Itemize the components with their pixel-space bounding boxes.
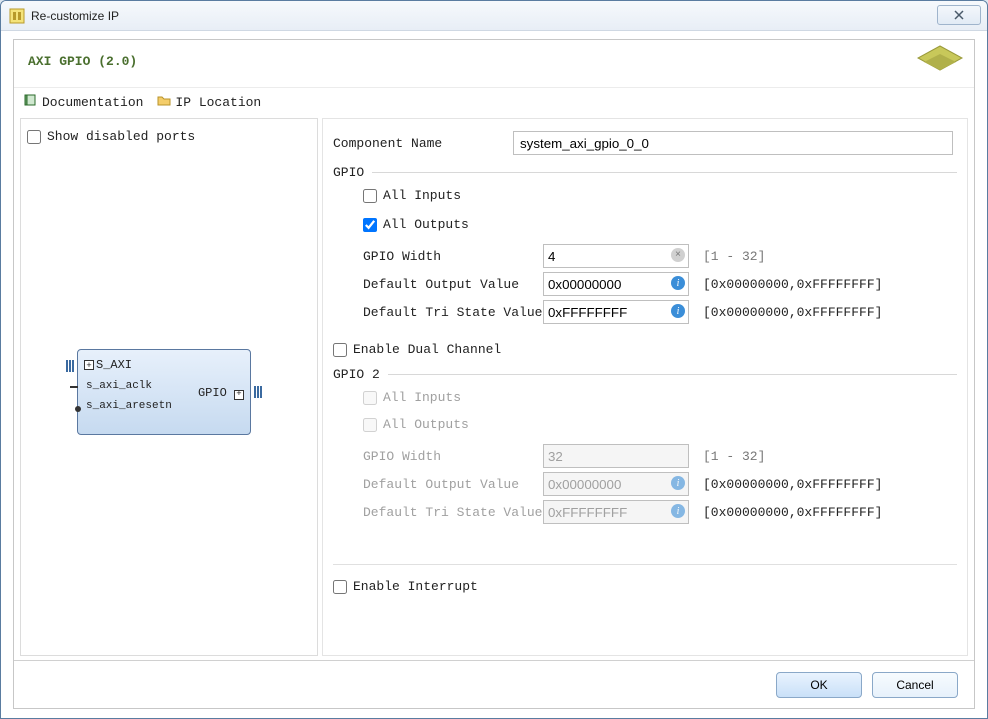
default-tri-label: Default Tri State Value (363, 305, 543, 320)
enable-interrupt-label: Enable Interrupt (353, 579, 478, 594)
gpio2-width-range: [1 - 32] (703, 449, 765, 464)
gpio2-section-label: GPIO 2 (333, 367, 380, 382)
gpio-section-label: GPIO (333, 165, 364, 180)
gpio2-all-outputs-box (363, 418, 377, 432)
gpio2-all-inputs-label: All Inputs (383, 390, 461, 405)
info-icon[interactable]: i (671, 304, 685, 318)
main-layout: Show disabled ports + S_AXI s_axi_aclk s… (14, 114, 974, 656)
gpio2-all-outputs-checkbox: All Outputs (363, 417, 957, 432)
cancel-button[interactable]: Cancel (872, 672, 958, 698)
ok-button[interactable]: OK (776, 672, 862, 698)
bus-left-icon (66, 360, 74, 372)
all-inputs-label: All Inputs (383, 188, 461, 203)
gpio2-default-tri-input (543, 500, 689, 524)
gpio2-all-inputs-box (363, 391, 377, 405)
gpio-width-input[interactable] (543, 244, 689, 268)
titlebar: Re-customize IP (1, 1, 987, 31)
clear-icon[interactable]: × (671, 248, 685, 262)
gpio2-width-label: GPIO Width (363, 449, 543, 464)
all-inputs-checkbox[interactable]: All Inputs (363, 188, 957, 203)
default-output-label: Default Output Value (363, 277, 543, 292)
info-icon: i (671, 476, 685, 490)
toolbar: Documentation IP Location (14, 88, 974, 114)
gpio2-default-output-label: Default Output Value (363, 477, 543, 492)
documentation-label: Documentation (42, 95, 143, 110)
default-output-range: [0x00000000,0xFFFFFFFF] (703, 277, 882, 292)
port-s-axi-aresetn: s_axi_aresetn (86, 400, 172, 412)
ip-location-link[interactable]: IP Location (157, 93, 261, 111)
port-gpio-label: GPIO (198, 386, 227, 400)
info-icon: i (671, 504, 685, 518)
gpio2-default-output-input (543, 472, 689, 496)
dialog-footer: OK Cancel (14, 660, 974, 708)
gpio2-all-outputs-label: All Outputs (383, 417, 469, 432)
app-icon (9, 8, 25, 24)
dialog-body: AXI GPIO (2.0) Documentation IP Loc (13, 39, 975, 709)
port-stub-icon (70, 386, 78, 388)
enable-interrupt-checkbox[interactable]: Enable Interrupt (333, 579, 957, 594)
expand-gpio-icon[interactable]: + (234, 390, 244, 400)
book-icon (24, 93, 38, 111)
gpio2-default-tri-range: [0x00000000,0xFFFFFFFF] (703, 505, 882, 520)
gpio-section-title: GPIO (333, 165, 957, 182)
all-inputs-box[interactable] (363, 189, 377, 203)
all-outputs-checkbox[interactable]: All Outputs (363, 217, 957, 232)
ip-title: AXI GPIO (2.0) (28, 54, 137, 69)
enable-dual-channel-checkbox[interactable]: Enable Dual Channel (333, 342, 957, 357)
info-icon[interactable]: i (671, 276, 685, 290)
documentation-link[interactable]: Documentation (24, 93, 143, 111)
window-close-button[interactable] (937, 5, 981, 25)
expand-s-axi-icon[interactable]: + (84, 360, 94, 370)
port-s-axi: S_AXI (96, 358, 132, 372)
gpio-width-label: GPIO Width (363, 249, 543, 264)
gpio2-width-input (543, 444, 689, 468)
gpio-width-range: [1 - 32] (703, 249, 765, 264)
gpio2-default-tri-label: Default Tri State Value (363, 505, 543, 520)
port-gpio: GPIO + (198, 386, 244, 400)
default-output-input[interactable] (543, 272, 689, 296)
gpio2-section-title: GPIO 2 (333, 367, 957, 384)
default-tri-range: [0x00000000,0xFFFFFFFF] (703, 305, 882, 320)
default-tri-input[interactable] (543, 300, 689, 324)
parameters-pane: Component Name GPIO All Inputs All Outp (322, 118, 968, 656)
folder-icon (157, 93, 171, 111)
enable-dual-channel-box[interactable] (333, 343, 347, 357)
show-disabled-ports-box[interactable] (27, 130, 41, 144)
gpio2-all-inputs-checkbox: All Inputs (363, 390, 957, 405)
all-outputs-label: All Outputs (383, 217, 469, 232)
window-title: Re-customize IP (31, 9, 119, 23)
component-name-input[interactable] (513, 131, 953, 155)
bus-right-icon (254, 386, 262, 398)
ip-location-label: IP Location (175, 95, 261, 110)
all-outputs-box[interactable] (363, 218, 377, 232)
enable-dual-channel-label: Enable Dual Channel (353, 342, 501, 357)
port-s-axi-aclk: s_axi_aclk (86, 380, 152, 392)
preview-pane: Show disabled ports + S_AXI s_axi_aclk s… (20, 118, 318, 656)
show-disabled-ports-label: Show disabled ports (47, 129, 195, 144)
enable-interrupt-box[interactable] (333, 580, 347, 594)
gpio2-section-disabled: All Inputs All Outputs GPIO Width [1 - 3… (333, 390, 957, 524)
component-name-label: Component Name (333, 136, 513, 151)
vivado-logo (916, 44, 964, 84)
ip-header: AXI GPIO (2.0) (14, 40, 974, 88)
port-dot-icon (75, 406, 81, 412)
show-disabled-ports-checkbox[interactable]: Show disabled ports (21, 123, 317, 150)
gpio2-default-output-range: [0x00000000,0xFFFFFFFF] (703, 477, 882, 492)
block-diagram[interactable]: + S_AXI s_axi_aclk s_axi_aresetn GPIO + (77, 349, 251, 435)
dialog-window: Re-customize IP AXI GPIO (2.0) (0, 0, 988, 719)
